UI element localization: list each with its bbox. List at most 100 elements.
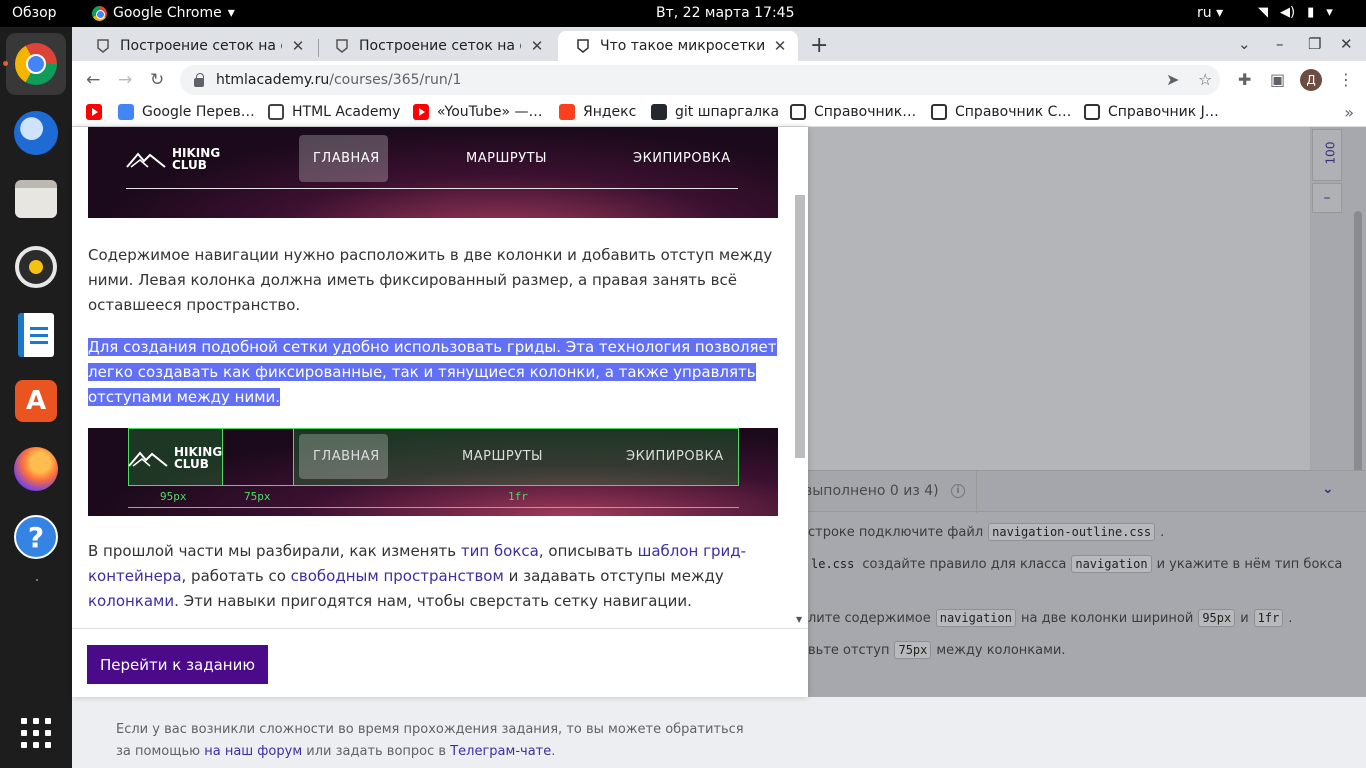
mountain-icon bbox=[128, 451, 168, 467]
hiking-club-logo: HIKING CLUB bbox=[128, 446, 222, 470]
dock-firefox[interactable] bbox=[12, 445, 60, 493]
bookmark-reference-1[interactable]: Справочник… bbox=[790, 104, 916, 120]
forum-link[interactable]: на наш форум bbox=[204, 744, 302, 759]
firefox-icon bbox=[14, 447, 58, 491]
telegram-chat-link[interactable]: Телеграм-чате bbox=[450, 744, 551, 759]
javascript-icon bbox=[1084, 104, 1100, 120]
bookmarks-bar: Google Перев… HTML Academy «YouTube» —… … bbox=[72, 99, 1366, 127]
bookmark-youtube-2[interactable]: «YouTube» —… bbox=[413, 104, 543, 120]
theory-scroll-area[interactable]: HIKING CLUB ГЛАВНАЯ МАРШРУТЫ ЭКИПИРОВКА С… bbox=[72, 127, 808, 628]
scroll-down-arrow-icon[interactable]: ▼ bbox=[796, 615, 802, 624]
nav-routes: МАРШРУТЫ bbox=[466, 151, 548, 166]
maximize-button[interactable]: ❐ bbox=[1308, 35, 1321, 53]
dropdown-arrow-icon: ▾ bbox=[227, 5, 235, 21]
new-tab-button[interactable]: + bbox=[810, 33, 828, 58]
address-bar[interactable]: htmlacademy.ru/courses/365/run/1 bbox=[180, 65, 1220, 95]
tab-title: Что такое микросетки? – bbox=[600, 38, 764, 54]
bookmark-youtube[interactable] bbox=[86, 104, 110, 120]
rhythmbox-icon bbox=[15, 246, 57, 288]
tab-search-icon[interactable]: ⌄ bbox=[1238, 35, 1251, 53]
thunderbird-icon bbox=[14, 111, 58, 155]
send-icon[interactable]: ➤ bbox=[1166, 70, 1179, 89]
writer-icon bbox=[18, 313, 54, 357]
page-content: 100 – выполнено 0 из 4) i ⌄ строке подкл… bbox=[72, 127, 1366, 768]
activities-button[interactable]: Обзор bbox=[12, 5, 57, 21]
preview-scrollbar[interactable] bbox=[1350, 127, 1366, 473]
bookmark-git[interactable]: git шпаргалка bbox=[651, 104, 779, 120]
system-tray[interactable]: ◥ ◀) ▮ ▾ bbox=[1258, 5, 1333, 20]
back-button[interactable]: ← bbox=[86, 70, 100, 90]
dock-files[interactable] bbox=[12, 175, 60, 223]
tasks-header[interactable]: выполнено 0 из 4) i ⌄ bbox=[804, 470, 1366, 513]
close-tab-icon[interactable]: ✕ bbox=[290, 37, 306, 55]
google-translate-icon bbox=[118, 104, 134, 120]
link-box-type[interactable]: тип бокса bbox=[461, 542, 539, 560]
go-to-task-button[interactable]: Перейти к заданию bbox=[87, 645, 268, 684]
dock-separator bbox=[36, 579, 38, 581]
modal-footer: Перейти к заданию bbox=[72, 628, 808, 697]
tab-title: Построение сеток на фле bbox=[120, 38, 282, 54]
dock-rhythmbox[interactable] bbox=[12, 243, 60, 291]
close-window-button[interactable]: ✕ bbox=[1340, 35, 1353, 53]
grid-label-1fr: 1fr bbox=[508, 490, 528, 503]
files-icon bbox=[15, 180, 57, 218]
close-tab-icon[interactable]: ✕ bbox=[529, 37, 545, 55]
menu-kebab-icon[interactable]: ⋮ bbox=[1338, 70, 1354, 89]
dock-writer[interactable] bbox=[12, 311, 60, 359]
extensions-icon[interactable]: ✚ bbox=[1238, 70, 1251, 89]
task-item: вьте отступ 75px между колонками. bbox=[808, 641, 1066, 659]
tab-3-active[interactable]: Что такое микросетки? – ✕ bbox=[558, 31, 798, 61]
task-item: строке подключите файл navigation-outlin… bbox=[808, 523, 1165, 541]
theory-paragraph-3: В прошлой части мы разбирали, как изменя… bbox=[88, 542, 747, 610]
volume-icon: ◀) bbox=[1280, 5, 1296, 20]
bookmark-yandex[interactable]: Яндекс bbox=[559, 104, 636, 120]
dock-chrome[interactable] bbox=[6, 33, 66, 95]
chrome-icon bbox=[92, 5, 107, 21]
reference-icon bbox=[790, 104, 806, 120]
theory-paragraph-2-selected: Для создания подобной сетки удобно испол… bbox=[88, 338, 777, 406]
bookmark-star-icon[interactable]: ☆ bbox=[1198, 70, 1212, 89]
browser-toolbar: ← → ↻ htmlacademy.ru/courses/365/run/1 ➤… bbox=[72, 61, 1366, 99]
dock: A ? bbox=[0, 27, 72, 768]
software-center-icon: A bbox=[15, 380, 57, 422]
clock[interactable]: Вт, 22 марта 17:45 bbox=[656, 5, 794, 21]
profile-avatar[interactable]: Д bbox=[1300, 69, 1322, 91]
browser-window: Построение сеток на фле ✕ Построение сет… bbox=[72, 27, 1366, 768]
show-applications-button[interactable] bbox=[12, 709, 60, 757]
url-host: htmlacademy.ru bbox=[216, 72, 330, 88]
youtube-icon bbox=[86, 104, 102, 120]
bookmark-html-academy[interactable]: HTML Academy bbox=[268, 104, 400, 120]
dock-software[interactable]: A bbox=[12, 377, 60, 425]
forward-button[interactable]: → bbox=[118, 70, 132, 90]
side-panel-icon[interactable]: ▣ bbox=[1270, 70, 1285, 89]
zoom-out-button[interactable]: – bbox=[1312, 183, 1342, 213]
theory-scrollbar[interactable]: ▼ bbox=[792, 127, 808, 628]
chevron-down-icon[interactable]: ⌄ bbox=[1322, 481, 1334, 497]
zoom-level[interactable]: 100 bbox=[1312, 129, 1342, 181]
bookmark-google-translate[interactable]: Google Перев… bbox=[118, 104, 255, 120]
keyboard-layout-indicator[interactable]: ru ▾ bbox=[1197, 5, 1223, 21]
dock-help[interactable]: ? bbox=[12, 513, 60, 561]
hiking-club-grid-diagram: HIKING CLUB ГЛАВНАЯ МАРШРУТЫ ЭКИПИРОВКА 9… bbox=[88, 428, 778, 516]
bookmark-reference-3[interactable]: Справочник J… bbox=[1084, 104, 1219, 120]
app-menu[interactable]: Google Chrome ▾ bbox=[92, 5, 235, 21]
system-top-bar: Обзор Google Chrome ▾ Вт, 22 марта 17:45… bbox=[0, 0, 1366, 27]
bookmarks-overflow-icon[interactable]: » bbox=[1344, 103, 1354, 122]
reload-button[interactable]: ↻ bbox=[150, 70, 164, 90]
tab-2[interactable]: Построение сеток на фле ✕ bbox=[317, 31, 555, 61]
info-icon[interactable]: i bbox=[951, 484, 965, 498]
grid-gap-outline bbox=[222, 428, 294, 486]
htmlacademy-icon bbox=[268, 104, 284, 120]
nav-equipment: ЭКИПИРОВКА bbox=[626, 449, 724, 464]
yandex-icon bbox=[559, 104, 575, 120]
scrollbar-thumb[interactable] bbox=[795, 195, 805, 458]
dock-thunderbird[interactable] bbox=[12, 109, 60, 157]
link-free-space[interactable]: свободным пространством bbox=[291, 567, 504, 585]
minimize-button[interactable]: – bbox=[1276, 35, 1284, 53]
zoom-controls: 100 – bbox=[1310, 127, 1344, 470]
close-tab-icon[interactable]: ✕ bbox=[772, 37, 788, 55]
tab-strip: Построение сеток на фле ✕ Построение сет… bbox=[72, 27, 1366, 61]
bookmark-reference-2[interactable]: Справочник С… bbox=[931, 104, 1071, 120]
tab-1[interactable]: Построение сеток на фле ✕ bbox=[78, 31, 316, 61]
link-columns[interactable]: колонками bbox=[88, 592, 174, 610]
